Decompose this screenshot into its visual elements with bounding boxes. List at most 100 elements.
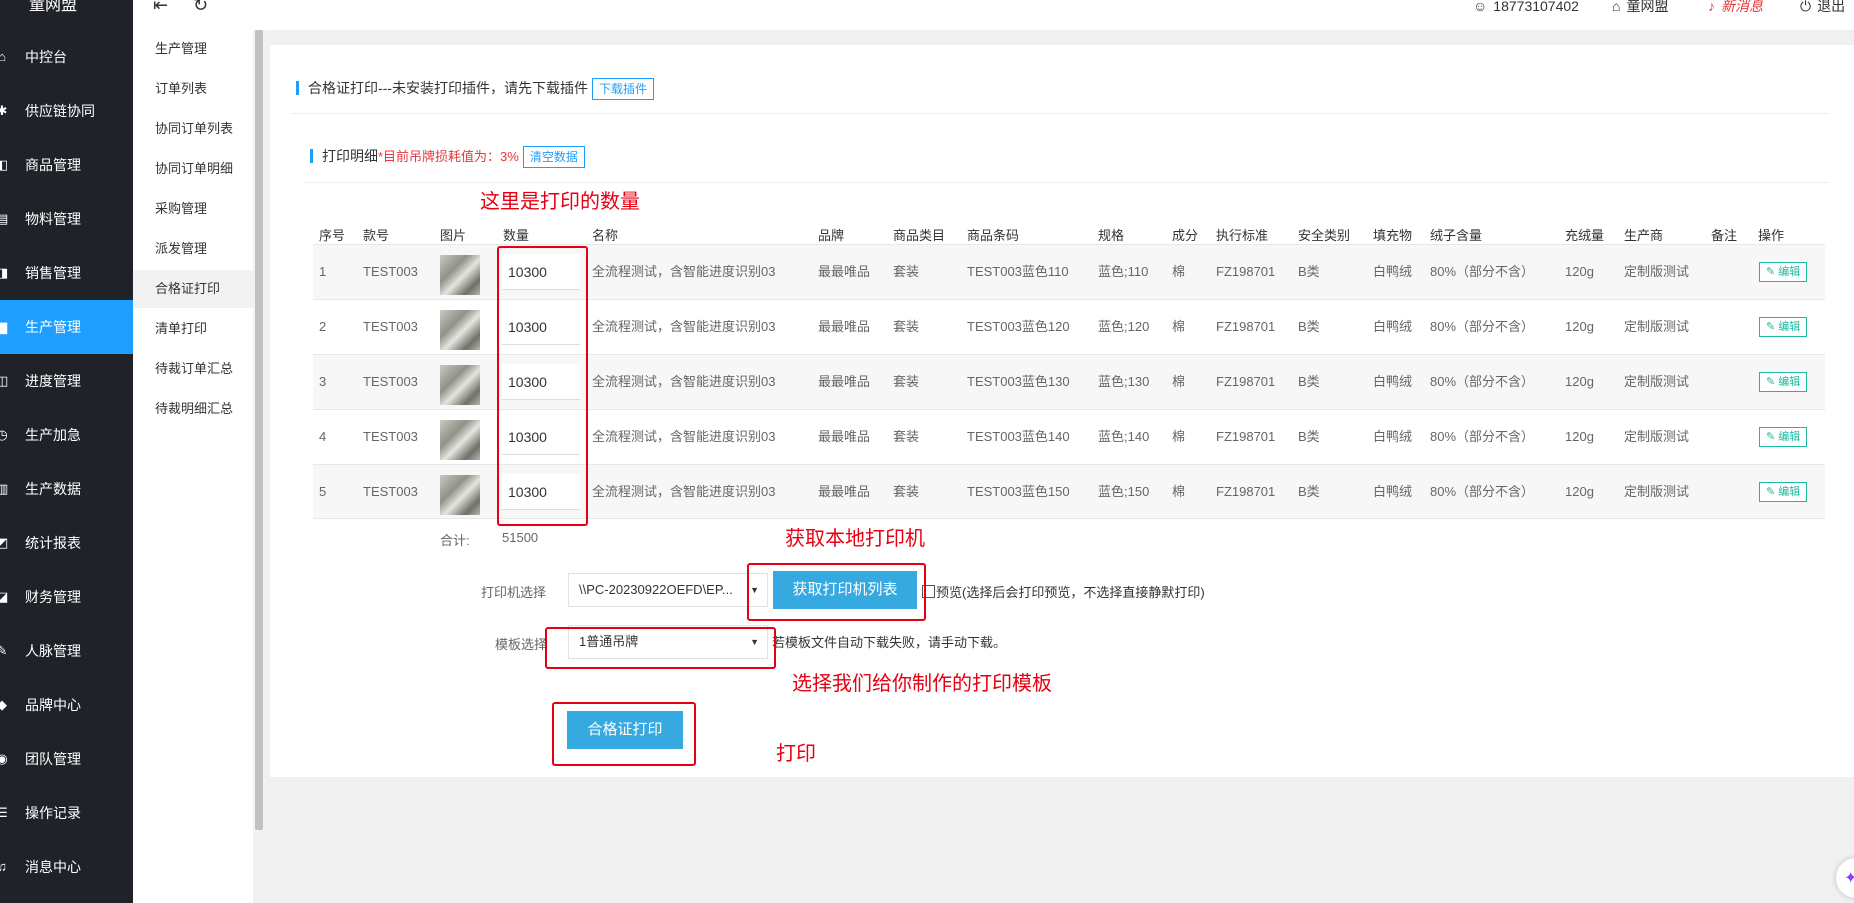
column-header: 生产商 [1624,228,1664,243]
table-cell-std: FZ198701 [1216,484,1276,499]
table-cell-name: 全流程测试，含智能进度识别03 [592,429,776,444]
sidebar-item[interactable]: ▤ 物料管理 [0,192,133,246]
sidebar-item-icon: ⌂ [0,49,6,64]
table-cell-no: 3 [319,374,327,389]
total-label: 合计: [440,533,470,548]
product-thumbnail[interactable] [440,310,480,350]
sidebar-item[interactable]: ◆ 品牌中心 [0,678,133,732]
sidebar-item-label: 销售管理 [25,265,81,281]
collapse-icon[interactable]: ⇤ [153,0,168,17]
sidebar-item[interactable]: ♫ 消息中心 [0,840,133,894]
table-cell-std: FZ198701 [1216,264,1276,279]
subnav-scrollbar[interactable] [253,30,265,903]
sidebar-item[interactable]: ◉ 团队管理 [0,732,133,786]
sidebar-item[interactable]: ✎ 人脉管理 [0,624,133,678]
subnav-group-title[interactable]: 生产管理 [133,30,253,68]
column-header: 备注 [1711,228,1738,243]
product-thumbnail[interactable] [440,475,480,515]
product-thumbnail[interactable] [440,365,480,405]
table-cell-name: 全流程测试，含智能进度识别03 [592,319,776,334]
edit-button[interactable]: ✎ 编辑 [1759,262,1808,282]
table-cell-fill: 120g [1565,264,1594,279]
sidebar-item[interactable]: ⌂ 中控台 [0,30,133,84]
product-thumbnail[interactable] [440,420,480,460]
new-message-link[interactable]: ♪ 新消息 [1708,0,1763,18]
sidebar-item-icon: ▥ [0,481,9,496]
floating-assistant-button[interactable]: ✦ [1836,858,1854,898]
page-title: 合格证打印---未安装打印插件，请先下载插件 [308,80,588,96]
table-cell-comp: 棉 [1172,319,1186,334]
subnav-item[interactable]: 合格证打印 [133,270,253,308]
template-label: 模板选择 [495,637,548,652]
sidebar-item[interactable]: ◷ 生产加急 [0,408,133,462]
subnav-item[interactable]: 协同订单列表 [133,110,253,148]
sidebar-item[interactable]: ▆ 生产管理 [0,300,133,354]
printer-label: 打印机选择 [481,585,547,600]
edit-button[interactable]: ✎ 编辑 [1759,372,1808,392]
table-cell-safety: B类 [1298,429,1320,444]
preview-option[interactable]: 预览(选择后会打印预览，不选择直接静默打印) [922,582,1205,601]
table-cell-spec: 蓝色;120 [1098,319,1150,334]
column-header: 序号 [319,228,346,243]
table-cell-spec: 蓝色;130 [1098,374,1150,389]
product-thumbnail[interactable] [440,255,480,295]
sidebar-item[interactable]: ◨ 销售管理 [0,246,133,300]
sidebar-item[interactable]: ☰ 操作记录 [0,786,133,840]
subnav-item[interactable]: 派发管理 [133,230,253,268]
main-sidebar: 童网盟 ⌂ 中控台 ✱ 供应链协同 ◧ 商品管理 ▤ 物料管理 ◨ 销售管理 ▆ 生产管理 ◫ 进度管理 ◷… [0,0,133,903]
subnav-item[interactable]: 协同订单明细 [133,150,253,188]
table-cell-barcode: TEST003蓝色130 [967,374,1070,389]
table-cell-maker: 定制版测试 [1624,319,1690,334]
sidebar-item[interactable]: ▥ 生产数据 [0,462,133,516]
sidebar-item[interactable]: ✱ 供应链协同 [0,84,133,138]
subnav-item[interactable]: 待裁订单汇总 [133,350,253,388]
subnav-item[interactable]: 订单列表 [133,70,253,108]
top-header: ⇤ ↻ ☺ 18773107402 ⌂ 童网盟 ♪ 新消息 ⏻ 退出 [133,0,1854,30]
annotation-print-text: 打印 [776,743,816,765]
edit-button[interactable]: ✎ 编辑 [1759,317,1808,337]
sidebar-item[interactable]: ◩ 统计报表 [0,516,133,570]
sidebar-item-label: 品牌中心 [25,697,81,713]
table-cell-spec: 蓝色;110 [1098,264,1149,279]
table-cell-std: FZ198701 [1216,319,1276,334]
shop-menu[interactable]: ⌂ 童网盟 [1612,0,1668,18]
subnav-item[interactable]: 采购管理 [133,190,253,228]
sidebar-item-icon: ✎ [0,643,8,658]
print-detail-title: 打印明细 [322,148,378,164]
table-cell-comp: 棉 [1172,264,1186,279]
sidebar-item-icon: ◨ [0,265,9,280]
sidebar-item-icon: ◷ [0,427,8,442]
download-plugin-button[interactable]: 下载插件 [592,78,655,100]
table-cell-style: TEST003 [363,264,418,279]
edit-button[interactable]: ✎ 编辑 [1759,482,1808,502]
printer-selected-value: \\PC-20230922OEFD\EP... [579,582,733,597]
edit-button[interactable]: ✎ 编辑 [1759,427,1808,447]
table-cell-no: 2 [319,319,327,334]
table-cell-name: 全流程测试，含智能进度识别03 [592,374,776,389]
print-detail-header: 打印明细*目前吊牌损耗值为：3% 清空数据 [310,146,585,168]
table-cell-barcode: TEST003蓝色140 [967,429,1070,444]
preview-label: 预览(选择后会打印预览，不选择直接静默打印) [936,585,1205,600]
section-accent-bar [310,149,313,163]
refresh-icon[interactable]: ↻ [193,0,208,17]
annotation-printer-text: 获取本地打印机 [785,528,925,550]
user-menu[interactable]: ☺ 18773107402 [1473,0,1579,18]
logout-link[interactable]: ⏻ 退出 [1800,0,1845,18]
power-icon: ⏻ [1800,0,1812,14]
table-cell-comp: 棉 [1172,429,1186,444]
table-cell-no: 5 [319,484,327,499]
subnav-item[interactable]: 清单打印 [133,310,253,348]
sidebar-item[interactable]: ◫ 进度管理 [0,354,133,408]
sidebar-item[interactable]: ◧ 商品管理 [0,138,133,192]
clear-data-button[interactable]: 清空数据 [522,146,585,168]
table-cell-safety: B类 [1298,319,1320,334]
column-header: 安全类别 [1298,228,1351,243]
assistant-icon: ✦ [1844,870,1854,887]
table-cell-down: 80%（部分不含） [1430,264,1535,279]
table-cell-style: TEST003 [363,484,418,499]
printer-select[interactable]: \\PC-20230922OEFD\EP... ▼ [568,573,768,607]
subnav-item[interactable]: 待裁明细汇总 [133,390,253,428]
sidebar-item-label: 生产数据 [25,481,81,497]
sidebar-item[interactable]: ◪ 财务管理 [0,570,133,624]
scrollbar-thumb[interactable] [255,30,263,830]
